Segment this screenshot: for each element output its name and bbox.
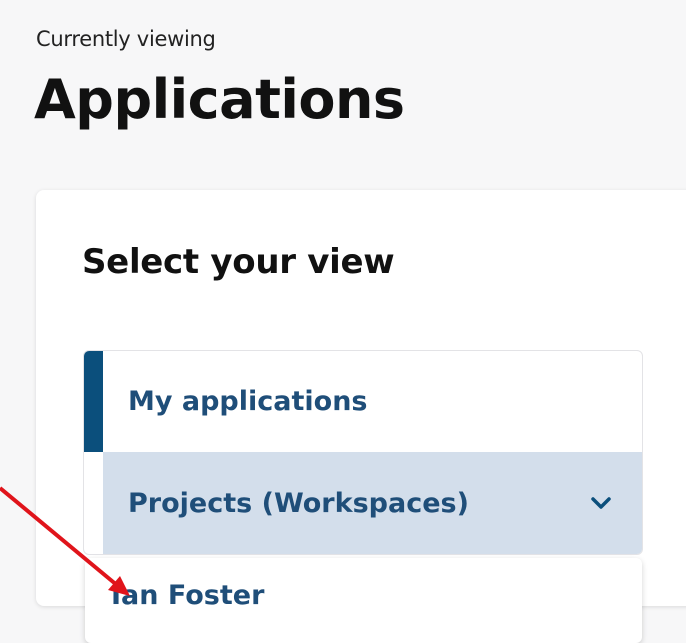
chevron-down-icon[interactable]	[588, 490, 614, 516]
menu-item-my-applications[interactable]: My applications	[84, 351, 642, 452]
view-selector-card: Select your view My applications Project…	[36, 190, 686, 606]
dropdown-option-ian-foster[interactable]: Ian Foster	[111, 580, 264, 611]
eyebrow-label: Currently viewing	[36, 27, 216, 51]
page-title: Applications	[34, 68, 405, 131]
view-selector-title: Select your view	[82, 242, 395, 282]
menu-item-projects-workspaces[interactable]: Projects (Workspaces)	[103, 452, 642, 554]
menu-item-label: Projects (Workspaces)	[128, 487, 469, 519]
menu-item-label: My applications	[128, 386, 368, 417]
view-menu: My applications Projects (Workspaces)	[83, 350, 643, 555]
projects-dropdown: Ian Foster	[85, 558, 642, 643]
